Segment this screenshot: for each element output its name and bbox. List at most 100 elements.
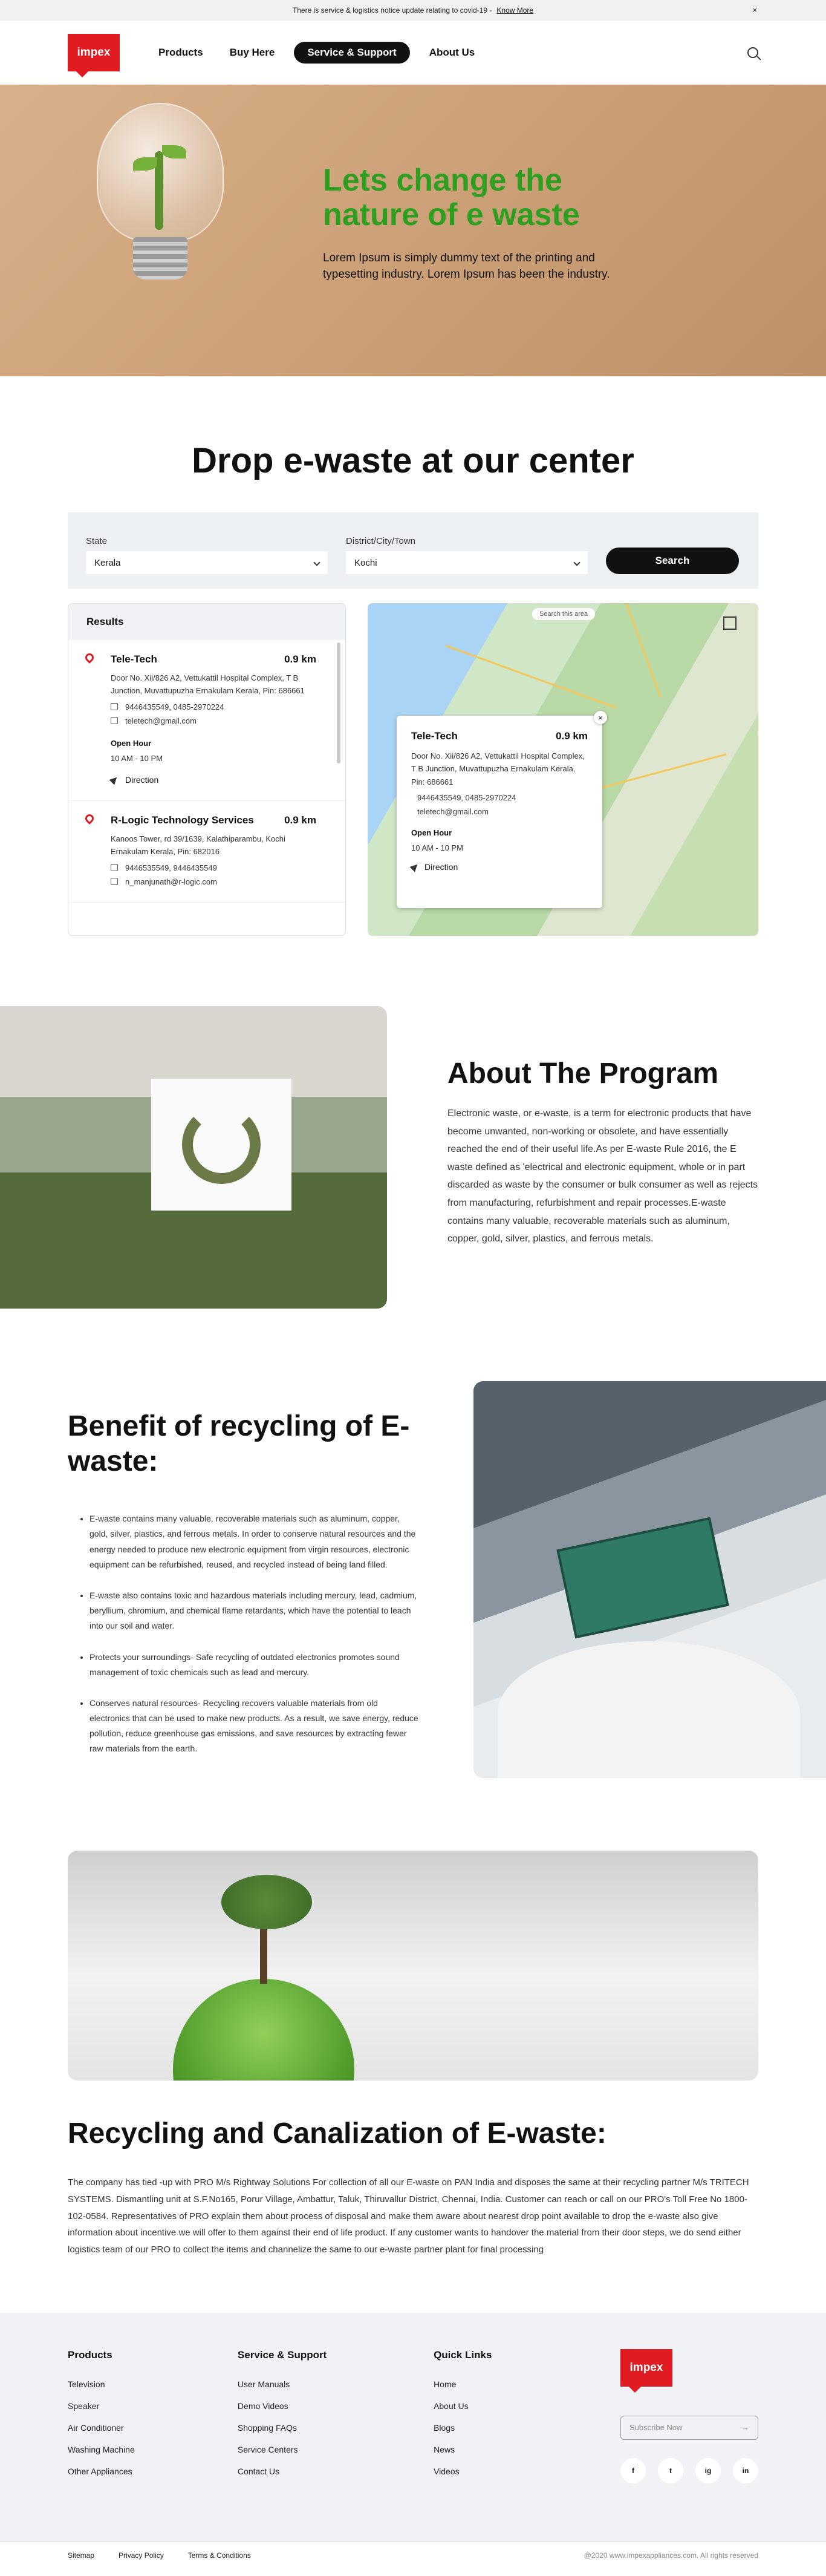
direction-label: Direction xyxy=(125,774,159,785)
popup-direction-link[interactable]: Direction xyxy=(409,861,588,872)
location-name: Tele-Tech xyxy=(111,653,157,665)
popup-hours: 10 AM - 10 PM xyxy=(411,843,463,853)
recycle-paper-image xyxy=(0,1006,387,1309)
footer-link[interactable]: About Us xyxy=(434,2401,603,2411)
location-item[interactable]: R-Logic Technology Services 0.9 km Kanoos… xyxy=(68,801,345,903)
canal-text: The company has tied -up with PRO M/s Ri… xyxy=(68,2177,749,2255)
footer-link[interactable]: Service Centers xyxy=(238,2445,434,2454)
location-phone: 9446535549, 9446435549 xyxy=(125,863,217,872)
arrow-right-icon[interactable]: → xyxy=(741,2423,749,2432)
location-distance: 0.9 km xyxy=(284,814,316,826)
filter-bar: State Kerala District/City/Town Kochi Se… xyxy=(68,512,758,589)
footer-link[interactable]: Speaker xyxy=(68,2401,238,2411)
location-pin-icon xyxy=(83,812,96,825)
popup-address: Door No. Xii/826 A2, Vettukattil Hospita… xyxy=(411,751,585,786)
footer-link[interactable]: Blogs xyxy=(434,2423,603,2433)
search-button[interactable]: Search xyxy=(606,548,739,574)
fullscreen-icon[interactable] xyxy=(723,616,737,630)
location-phone: 9446435549, 0485-2970224 xyxy=(125,702,224,711)
recycle-icon xyxy=(182,1105,261,1184)
results-panel[interactable]: Results Tele-Tech 0.9 km Door No. Xii/826… xyxy=(68,603,346,936)
nav-about-us[interactable]: About Us xyxy=(422,42,483,64)
city-label: District/City/Town xyxy=(346,536,416,546)
hero-banner: Lets change the nature of e waste Lorem … xyxy=(0,85,826,376)
electronics-bin-image xyxy=(473,1381,826,1778)
footer-link[interactable]: News xyxy=(434,2445,603,2454)
nav-products[interactable]: Products xyxy=(151,42,210,64)
know-more-link[interactable]: Know More xyxy=(496,6,533,15)
popup-phone: 9446435549, 0485-2970224 xyxy=(417,793,516,803)
twitter-icon[interactable]: t xyxy=(657,2457,683,2483)
location-pin-icon xyxy=(83,652,96,664)
phone-icon xyxy=(111,703,118,711)
footer-link[interactable]: Demo Videos xyxy=(238,2401,434,2411)
location-distance: 0.9 km xyxy=(284,653,316,665)
footer-link[interactable]: Home xyxy=(434,2379,603,2389)
search-icon[interactable] xyxy=(747,47,758,58)
navigation-arrow-icon xyxy=(409,861,420,872)
list-item: E-waste also contains toxic and hazardou… xyxy=(89,1588,418,1634)
footer-link[interactable]: Other Appliances xyxy=(68,2466,238,2476)
phone-icon xyxy=(111,864,118,872)
footer-link[interactable]: Shopping FAQs xyxy=(238,2423,434,2433)
direction-link[interactable]: Direction xyxy=(109,774,327,785)
instagram-icon[interactable]: ig xyxy=(695,2457,721,2483)
facebook-icon[interactable]: f xyxy=(620,2457,646,2483)
canalization-section: Recycling and Canalization of E-waste: T… xyxy=(68,2117,758,2258)
footer-link[interactable]: Washing Machine xyxy=(68,2445,238,2454)
footer-link[interactable]: User Manuals xyxy=(238,2379,434,2389)
terms-link[interactable]: Terms & Conditions xyxy=(188,2551,251,2560)
close-icon[interactable]: × xyxy=(752,5,757,15)
location-email: teletech@gmail.com xyxy=(125,716,197,725)
location-name: R-Logic Technology Services xyxy=(111,814,254,826)
mail-icon xyxy=(111,878,118,886)
map-info-popup: × Tele-Tech 0.9 km Door No. Xii/826 A2, V… xyxy=(397,711,607,908)
city-value: Kochi xyxy=(354,557,377,568)
footer-logo[interactable]: impex xyxy=(620,2349,672,2393)
linkedin-icon[interactable]: in xyxy=(732,2457,758,2483)
logo-text: impex xyxy=(629,2361,663,2374)
site-footer: Products Television Speaker Air Conditio… xyxy=(0,2312,826,2542)
drop-section: Drop e-waste at our center State Kerala … xyxy=(0,376,826,936)
about-text: Electronic waste, or e-waste, is a term … xyxy=(447,1108,758,1244)
location-item[interactable]: Tele-Tech 0.9 km Door No. Xii/826 A2, Vet… xyxy=(68,640,345,801)
chevron-down-icon xyxy=(313,559,320,566)
logo[interactable]: impex xyxy=(68,33,120,77)
about-title: About The Program xyxy=(447,1058,719,1090)
notice-text: There is service & logistics notice upda… xyxy=(292,6,492,15)
hero-text: Lorem Ipsum is simply dummy text of the … xyxy=(323,252,610,281)
popup-name: Tele-Tech xyxy=(411,730,458,742)
nav-buy-here[interactable]: Buy Here xyxy=(223,42,282,64)
nav-service-support[interactable]: Service & Support xyxy=(294,41,410,64)
popup-distance: 0.9 km xyxy=(556,730,588,742)
privacy-link[interactable]: Privacy Policy xyxy=(119,2551,164,2560)
subscribe-input[interactable]: Subscribe Now → xyxy=(620,2415,758,2440)
location-address: Kanoos Tower, rd 39/1639, Kalathiparambu… xyxy=(111,834,285,857)
footer-products-title: Products xyxy=(68,2349,112,2361)
hero-title: Lets change the nature of e waste xyxy=(323,163,580,233)
footer-link[interactable]: Contact Us xyxy=(238,2466,434,2476)
footer-link[interactable]: Television xyxy=(68,2379,238,2389)
list-item: Conserves natural resources- Recycling r… xyxy=(89,1696,418,1757)
popup-open-label: Open Hour xyxy=(411,828,452,838)
results-area: Results Tele-Tech 0.9 km Door No. Xii/826… xyxy=(68,603,758,936)
location-address: Door No. Xii/826 A2, Vettukattil Hospita… xyxy=(111,673,305,696)
footer-link[interactable]: Air Conditioner xyxy=(68,2423,238,2433)
footer-link[interactable]: Videos xyxy=(434,2466,603,2476)
chevron-down-icon xyxy=(573,559,580,566)
about-section: About The Program Electronic waste, or e… xyxy=(0,1006,826,1309)
benefit-list: E-waste contains many valuable, recovera… xyxy=(68,1511,418,1756)
sitemap-link[interactable]: Sitemap xyxy=(68,2551,94,2560)
navigation-arrow-icon xyxy=(109,774,120,785)
state-select[interactable]: Kerala xyxy=(86,551,328,574)
logo-text: impex xyxy=(77,45,111,59)
city-select[interactable]: Kochi xyxy=(346,551,588,574)
map-view[interactable]: Search this area × Tele-Tech 0.9 km Door … xyxy=(368,603,758,936)
light-bulb-image xyxy=(97,103,224,284)
open-hour-label: Open Hour xyxy=(111,738,152,748)
popup-direction-label: Direction xyxy=(424,862,458,872)
map-search-input[interactable]: Search this area xyxy=(532,608,596,620)
state-value: Kerala xyxy=(94,557,121,568)
close-icon[interactable]: × xyxy=(594,711,607,724)
benefit-section: Benefit of recycling of E-waste: E-waste… xyxy=(0,1381,826,1778)
